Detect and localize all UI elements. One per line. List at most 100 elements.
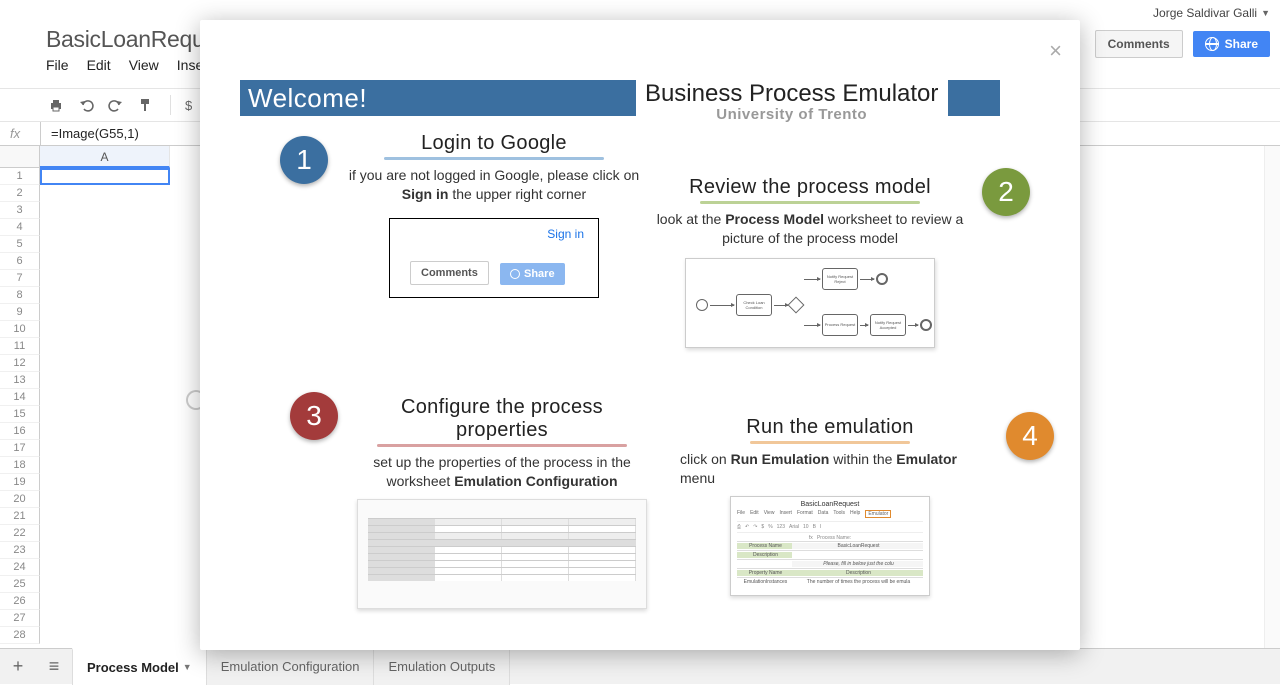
vertical-scrollbar[interactable] [1264,146,1280,648]
row-header[interactable]: 13 [0,372,40,389]
step-4-text-e: menu [680,470,715,486]
mini-doc-title: BasicLoanRequest [737,501,923,508]
mini-menu-item: Insert [779,510,792,518]
row-header[interactable]: 14 [0,389,40,406]
step-number-3: 3 [290,392,338,440]
redo-icon[interactable] [106,95,126,115]
mini-menu: File Edit View Insert Format Data Tools … [737,510,923,518]
paint-format-icon[interactable] [136,95,156,115]
row-header[interactable]: 3 [0,202,40,219]
row-header[interactable]: 12 [0,355,40,372]
undo-icon[interactable] [76,95,96,115]
bpmn-arrow [804,279,820,280]
row-header[interactable]: 21 [0,508,40,525]
mini-menu-item: Data [818,510,829,518]
step-1-underline [384,157,604,160]
step-1-text-a: if you are not logged in Google, please … [349,167,639,183]
step-4-text-b: Run Emulation [731,451,830,467]
step-4: 4 Run the emulation click on Run Emulati… [670,416,1030,596]
row-header[interactable]: 17 [0,440,40,457]
signin-illustration: Sign in Comments Share [389,218,599,298]
row-header[interactable]: 16 [0,423,40,440]
column-header-a[interactable]: A [40,146,170,168]
step-1-heading: Login to Google [348,132,640,155]
mini-menu-item: Tools [833,510,845,518]
row-header[interactable]: 4 [0,219,40,236]
row-header[interactable]: 25 [0,576,40,593]
user-menu[interactable]: Jorge Saldivar Galli ▼ [1153,0,1270,26]
row-header[interactable]: 8 [0,287,40,304]
menu-edit[interactable]: Edit [87,57,111,73]
row-header[interactable]: 10 [0,321,40,338]
step-2-text-b: Process Model [725,211,824,227]
row-header[interactable]: 27 [0,610,40,627]
step-2-heading: Review the process model [650,176,970,199]
step-2: 2 Review the process model look at the P… [650,176,1010,348]
menu-file[interactable]: File [46,57,69,73]
all-sheets-button[interactable]: ≡ [36,649,72,685]
row-header[interactable]: 6 [0,253,40,270]
row-header[interactable]: 28 [0,627,40,644]
step-4-underline [750,441,910,444]
menu-view[interactable]: View [129,57,159,73]
row-header[interactable]: 5 [0,236,40,253]
add-sheet-button[interactable]: + [0,649,36,685]
row-header[interactable]: 22 [0,525,40,542]
step-1-desc: if you are not logged in Google, please … [348,166,640,204]
row-header[interactable]: 20 [0,491,40,508]
step-4-text-d: Emulator [896,451,957,467]
bpmn-task: Notify Request Reject [822,268,858,290]
row-header[interactable]: 18 [0,457,40,474]
globe-icon [1205,37,1219,51]
mini-menu-item: View [764,510,775,518]
bpmn-arrow [774,305,788,306]
bpmn-task: Notify Request Accepted [870,314,906,336]
emulator-menu-illustration: BasicLoanRequest File Edit View Insert F… [730,496,930,596]
row-header[interactable]: 9 [0,304,40,321]
row-header[interactable]: 26 [0,593,40,610]
bpmn-start-event-icon [696,299,708,311]
share-button[interactable]: Share [1193,31,1270,57]
sheet-tab-label: Process Model [87,660,179,675]
row-header[interactable]: 7 [0,270,40,287]
row-header[interactable]: 15 [0,406,40,423]
sheet-tab-emulation-configuration[interactable]: Emulation Configuration [207,649,375,685]
comments-button[interactable]: Comments [1095,30,1183,58]
mini-cell: The number of times the process will be … [792,579,923,585]
print-icon[interactable] [46,95,66,115]
welcome-banner: Welcome! Business Process Emulator Unive… [240,80,1000,116]
caret-down-icon: ▼ [183,662,192,672]
mini-cell: BasicLoanRequest [792,543,923,549]
welcome-text: Welcome! [240,83,367,114]
currency-button[interactable]: $ [185,98,192,113]
mini-menu-item: Edit [750,510,759,518]
bpmn-task: Check Loan Condition [736,294,772,316]
row-header[interactable]: 11 [0,338,40,355]
step-3-desc: set up the properties of the process in … [354,453,650,491]
row-header[interactable]: 2 [0,185,40,202]
row-header[interactable]: 24 [0,559,40,576]
step-4-text-a: click on [680,451,731,467]
mini-cell: Description [792,570,923,576]
select-all-corner[interactable] [0,146,40,168]
sheet-tab-process-model[interactable]: Process Model ▼ [72,648,207,685]
sheet-tab-emulation-outputs[interactable]: Emulation Outputs [374,649,510,685]
step-4-text-c: within the [829,451,896,467]
signin-link: Sign in [547,227,584,241]
row-header[interactable]: 19 [0,474,40,491]
step-3-heading: Configure the process properties [354,396,650,442]
bpmn-arrow [860,279,874,280]
mini-toolbar: ⎙↶↷$%123Arial10BI [737,521,923,533]
active-cell[interactable] [40,168,170,185]
bpmn-arrow [804,325,820,326]
mini-cell: Process Name [737,543,792,549]
mini-share-button: Share [500,263,565,285]
row-header[interactable]: 23 [0,542,40,559]
globe-icon [510,269,520,279]
welcome-banner-left: Welcome! [240,80,636,116]
bpmn-task: Process Request [822,314,858,336]
toolbar-separator [170,95,171,115]
row-header[interactable]: 1 [0,168,40,185]
caret-down-icon: ▼ [1261,8,1270,18]
step-number-4: 4 [1006,412,1054,460]
